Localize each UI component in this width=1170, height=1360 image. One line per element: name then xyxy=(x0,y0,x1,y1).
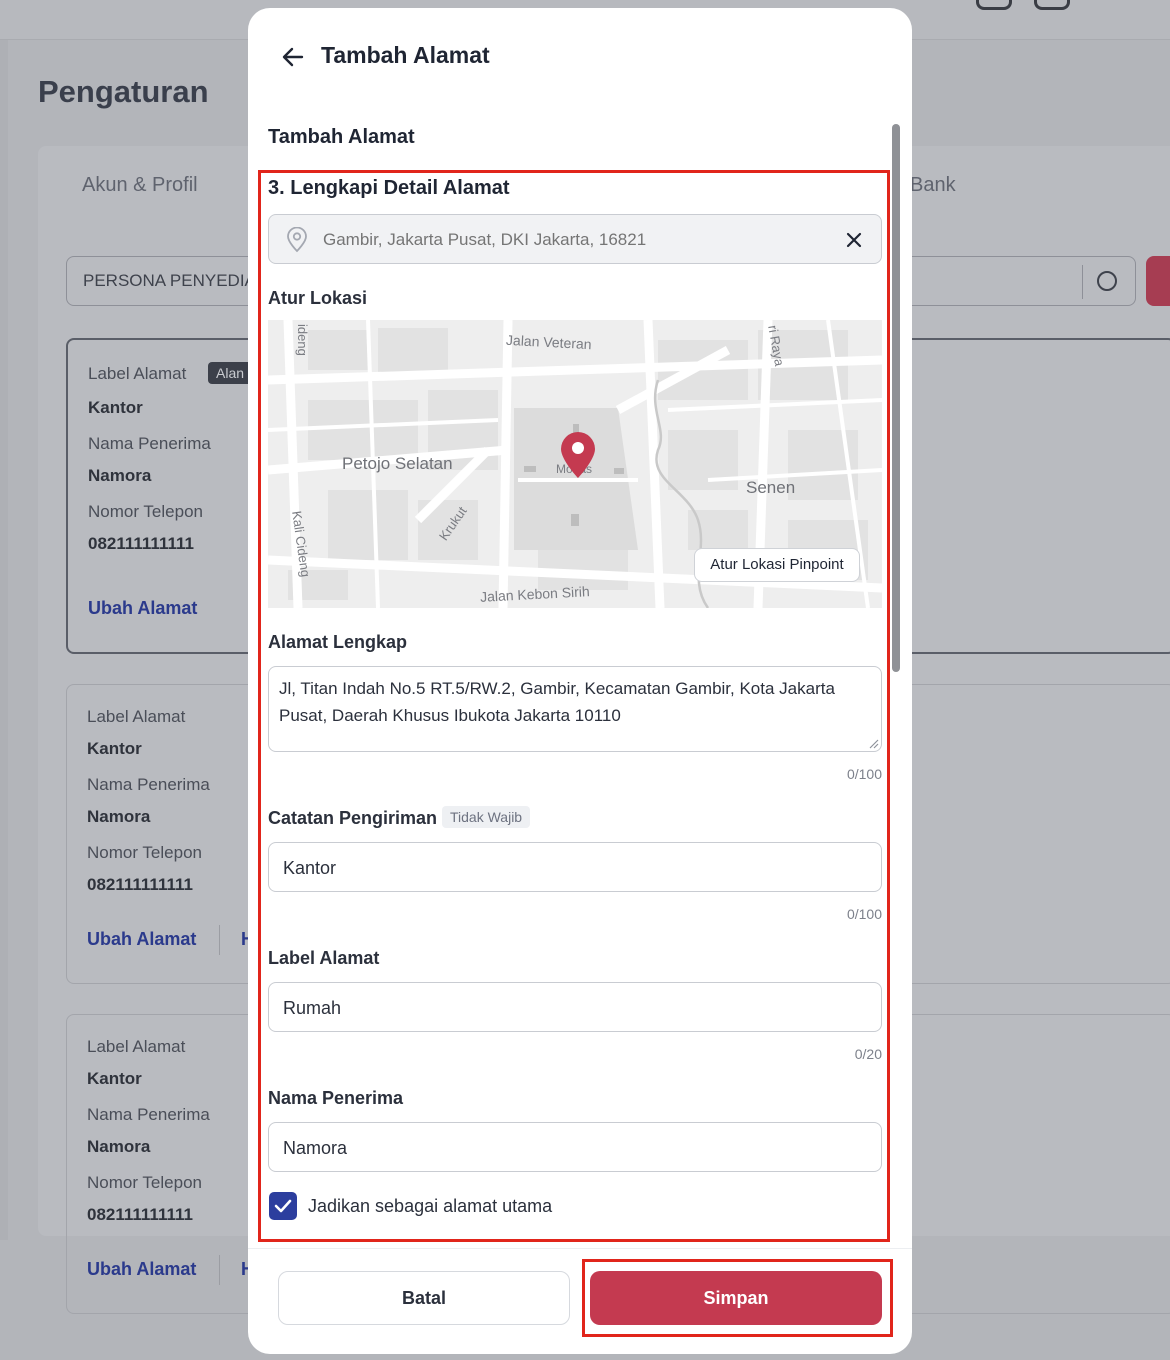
location-search-field[interactable] xyxy=(268,214,882,264)
recipient-value: Namora xyxy=(87,807,151,826)
recipient-value: Namora xyxy=(87,1137,151,1156)
full-address-textarea[interactable]: Jl, Titan Indah No.5 RT.5/RW.2, Gambir, … xyxy=(279,675,869,743)
search-icon[interactable] xyxy=(1097,271,1117,291)
tab-bank[interactable]: Bank xyxy=(910,174,956,197)
main-address-badge: Alan xyxy=(208,362,253,384)
recipient-title: Nama Penerima xyxy=(87,775,210,794)
close-icon[interactable] xyxy=(843,229,865,251)
label-value: Kantor xyxy=(87,739,142,758)
set-pinpoint-button[interactable]: Atur Lokasi Pinpoint xyxy=(694,548,860,582)
page-title: Pengaturan xyxy=(38,74,209,109)
recipient-title: Nama Penerima xyxy=(88,434,211,453)
recipient-title: Nama Penerima xyxy=(87,1105,210,1124)
optional-badge: Tidak Wajib xyxy=(442,806,531,828)
add-address-button[interactable] xyxy=(1146,256,1170,306)
map-street-label: ideng xyxy=(295,324,310,356)
map-place-label: Senen xyxy=(746,478,796,497)
label-value: Kantor xyxy=(87,1069,142,1088)
recipient-input[interactable] xyxy=(283,1133,863,1163)
modal-header: Tambah Alamat xyxy=(248,8,912,108)
full-address-field[interactable]: Jl, Titan Indah No.5 RT.5/RW.2, Gambir, … xyxy=(268,666,882,752)
char-counter: 0/100 xyxy=(846,766,882,782)
edit-address-link[interactable]: Ubah Alamat xyxy=(87,929,196,950)
phone-title: Nomor Telepon xyxy=(88,502,203,521)
location-search-input[interactable] xyxy=(323,225,823,255)
modal-title: Tambah Alamat xyxy=(321,42,490,68)
delivery-note-label: Catatan Pengiriman xyxy=(268,808,438,828)
recipient-field[interactable] xyxy=(268,1122,882,1172)
phone-title: Nomor Telepon xyxy=(87,1173,202,1192)
step-title: 3. Lengkapi Detail Alamat xyxy=(268,177,510,199)
phone-value: 082111111111 xyxy=(87,875,193,894)
char-counter: 0/20 xyxy=(854,1046,882,1062)
divider xyxy=(248,1248,912,1249)
checkmark-icon xyxy=(274,1199,292,1213)
tab-account-profile[interactable]: Akun & Profil xyxy=(82,174,198,197)
left-rail xyxy=(0,40,8,1240)
address-label-input[interactable] xyxy=(283,993,863,1023)
divider xyxy=(1082,265,1083,299)
arrow-left-icon[interactable] xyxy=(280,44,306,70)
divider xyxy=(219,1255,220,1285)
label-value: Kantor xyxy=(88,398,143,417)
search-value: PERSONA PENYEDIA xyxy=(83,271,256,290)
bell-icon[interactable] xyxy=(976,0,1012,10)
delivery-note-field[interactable] xyxy=(268,842,882,892)
map-pin-icon[interactable] xyxy=(558,430,598,480)
scrollbar[interactable] xyxy=(892,124,900,672)
primary-address-checkbox[interactable] xyxy=(269,1192,297,1220)
char-counter: 0/100 xyxy=(846,906,882,922)
delivery-note-input[interactable] xyxy=(283,853,863,883)
recipient-label: Nama Penerima xyxy=(268,1088,404,1108)
edit-address-link[interactable]: Ubah Alamat xyxy=(88,598,197,619)
label-title: Label Alamat xyxy=(88,364,187,383)
cart-icon[interactable] xyxy=(1034,0,1070,10)
full-address-label: Alamat Lengkap xyxy=(268,632,408,652)
phone-value: 082111111111 xyxy=(87,1205,193,1224)
primary-address-label: Jadikan sebagai alamat utama xyxy=(308,1196,553,1216)
cancel-button[interactable]: Batal xyxy=(278,1271,570,1325)
save-button[interactable]: Simpan xyxy=(590,1271,882,1325)
divider xyxy=(219,925,220,955)
phone-value: 082111111111 xyxy=(88,534,194,553)
resize-handle-icon[interactable] xyxy=(867,737,879,749)
section-title: Tambah Alamat xyxy=(268,126,415,148)
map-label: Atur Lokasi xyxy=(268,288,368,308)
recipient-value: Namora xyxy=(88,466,152,485)
label-title: Label Alamat xyxy=(87,1037,186,1056)
add-address-modal: Tambah Alamat Tambah Alamat 3. Lengkapi … xyxy=(248,8,912,1354)
label-title: Label Alamat xyxy=(87,707,186,726)
address-label-field[interactable] xyxy=(268,982,882,1032)
edit-address-link[interactable]: Ubah Alamat xyxy=(87,1259,196,1280)
location-pin-icon xyxy=(287,227,307,253)
map-place-label: Petojo Selatan xyxy=(342,454,453,473)
location-map[interactable]: Petojo Selatan Senen Monas Jalan Veteran… xyxy=(268,320,882,608)
phone-title: Nomor Telepon xyxy=(87,843,202,862)
address-label-label: Label Alamat xyxy=(268,948,380,968)
